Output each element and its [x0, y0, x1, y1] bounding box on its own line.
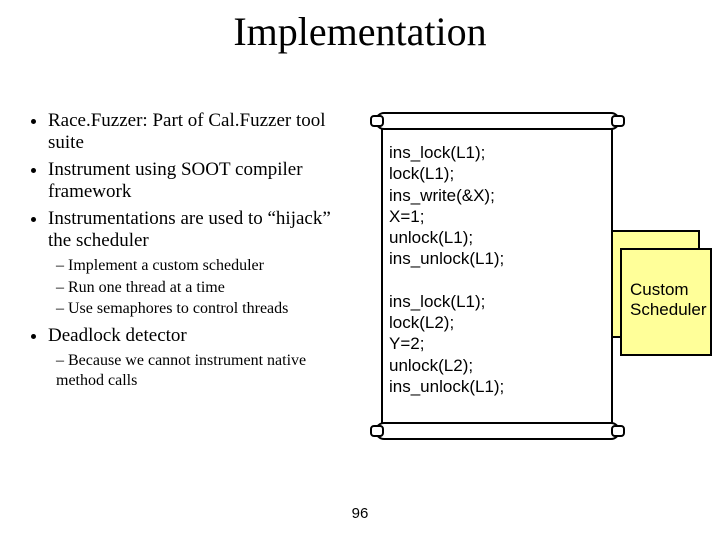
scroll-roll-top — [375, 112, 620, 130]
bullet-item: Deadlock detector — [48, 325, 358, 347]
code-scroll: ins_lock(L1); lock(L1); ins_write(&X); X… — [375, 112, 620, 440]
code-block: ins_lock(L1); lock(L1); ins_write(&X); X… — [389, 142, 504, 397]
bullet-item: Race.Fuzzer: Part of Cal.Fuzzer tool sui… — [48, 110, 358, 155]
sub-bullet-item: Run one thread at a time — [56, 278, 358, 298]
page-number: 96 — [0, 505, 720, 522]
slide: Implementation Race.Fuzzer: Part of Cal.… — [0, 0, 720, 540]
sub-bullet-item: Use semaphores to control threads — [56, 299, 358, 319]
scroll-knob — [370, 425, 384, 437]
scheduler-label-1: Custom — [630, 280, 704, 300]
bullet-item: Instrumentations are used to “hijack” th… — [48, 208, 358, 253]
sub-bullet-item: Implement a custom scheduler — [56, 256, 358, 276]
bullet-item: Instrument using SOOT compiler framework — [48, 159, 358, 204]
scroll-knob — [370, 115, 384, 127]
scroll-knob — [611, 425, 625, 437]
scroll-knob — [611, 115, 625, 127]
scroll-roll-bottom — [375, 422, 620, 440]
scheduler-label-2: Scheduler — [630, 300, 704, 320]
slide-title: Implementation — [0, 0, 720, 55]
body-text: Race.Fuzzer: Part of Cal.Fuzzer tool sui… — [28, 110, 358, 396]
sub-bullet-item: Because we cannot instrument native meth… — [56, 351, 358, 390]
scheduler-box: Custom Scheduler — [620, 248, 712, 356]
